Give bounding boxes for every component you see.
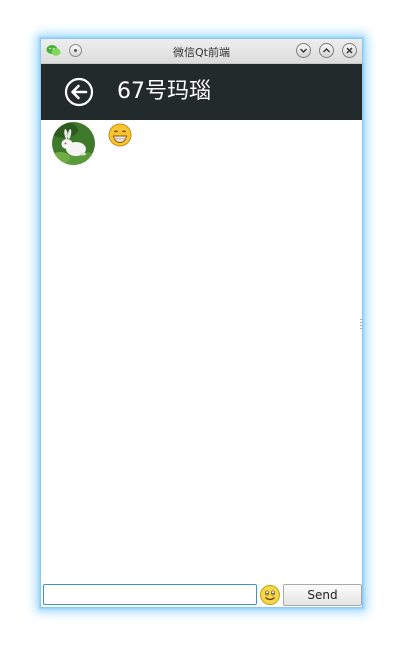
send-button[interactable]: Send [283,584,362,606]
maximize-button[interactable] [319,43,334,58]
window-title: 微信Qt前端 [173,46,230,59]
close-icon [346,47,353,54]
contact-avatar [52,122,95,165]
title-bar[interactable]: 微信Qt前端 [41,39,362,64]
minimize-button[interactable] [296,43,311,58]
grinning-emoji-message [108,123,132,147]
chat-header: 67号玛瑙 [41,64,362,120]
rabbit-avatar-icon [52,122,95,165]
chevron-up-icon [323,48,330,53]
contact-name: 67号玛瑙 [117,79,211,104]
close-button[interactable] [342,43,357,58]
message-list[interactable] [41,120,362,580]
message-input[interactable] [43,584,257,605]
resize-grip[interactable] [360,319,363,329]
smiley-emoji-icon[interactable] [259,584,281,606]
composer: Send [41,582,362,608]
back-arrow-icon[interactable] [64,77,94,107]
chat-window: 微信Qt前端 67号玛瑙 Send [40,38,363,608]
chevron-down-icon [300,48,307,53]
